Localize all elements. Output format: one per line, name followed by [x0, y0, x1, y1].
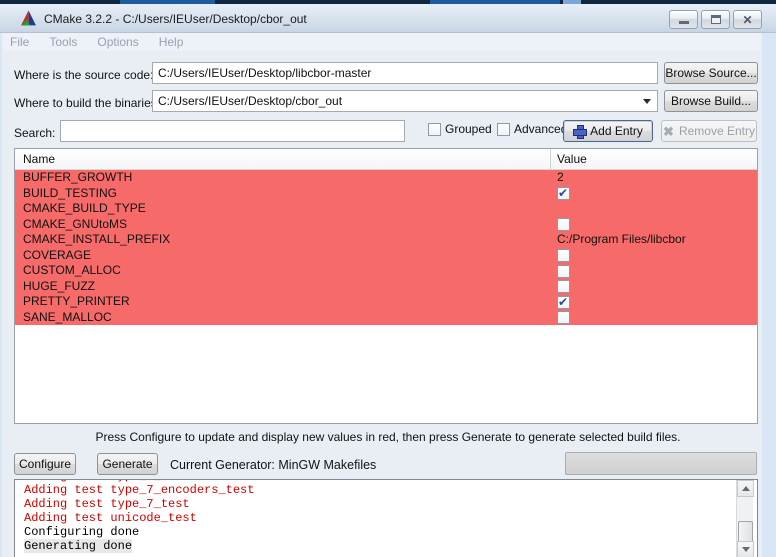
table-row[interactable]: HUGE_FUZZ — [15, 279, 757, 295]
table-row[interactable]: CUSTOM_ALLOC — [15, 263, 757, 279]
variable-value[interactable]: C:/Program Files/libcbor — [557, 232, 686, 248]
table-row[interactable]: CMAKE_INSTALL_PREFIX C:/Program Files/lib… — [15, 232, 757, 248]
variable-name[interactable]: BUFFER_GROWTH — [23, 170, 132, 186]
cmake-logo-icon — [20, 10, 37, 27]
variable-name[interactable]: CUSTOM_ALLOC — [23, 263, 121, 279]
menu-item-options[interactable]: Options — [97, 35, 138, 49]
variable-name[interactable]: BUILD_TESTING — [23, 186, 117, 202]
variable-value-checkbox[interactable] — [557, 187, 570, 200]
table-row[interactable]: CMAKE_BUILD_TYPE — [15, 201, 757, 217]
variable-name[interactable]: HUGE_FUZZ — [23, 279, 95, 295]
table-row[interactable]: PRETTY_PRINTER — [15, 294, 757, 310]
log-line: Adding test type_7_encoders_test — [24, 483, 733, 497]
minimize-button[interactable] — [669, 10, 698, 29]
variable-value-checkbox[interactable] — [557, 265, 570, 278]
table-header[interactable]: Name Value — [15, 149, 757, 170]
minimize-icon — [679, 21, 689, 24]
output-log[interactable]: Adding test type_6_testAdding test type_… — [14, 479, 758, 557]
window-controls: ✕ — [669, 10, 762, 29]
scrollbar-thumb[interactable] — [738, 521, 753, 543]
window-frame-left — [0, 33, 2, 557]
close-icon: ✕ — [742, 14, 752, 26]
log-line: Adding test type_7_test — [24, 497, 733, 511]
window-frame-right — [761, 33, 776, 557]
advanced-checkbox-box[interactable] — [497, 123, 510, 136]
menu-item-tools[interactable]: Tools — [49, 35, 77, 49]
variable-value-checkbox[interactable] — [557, 296, 570, 309]
log-line: Configuring done — [24, 525, 733, 539]
table-row[interactable]: BUILD_TESTING — [15, 186, 757, 202]
table-rows: BUFFER_GROWTH 2 BUILD_TESTINGCMAKE_BUILD_T… — [15, 170, 757, 325]
variable-name[interactable]: COVERAGE — [23, 248, 91, 264]
add-entry-label: Add Entry — [590, 124, 643, 138]
menu-item-file[interactable]: File — [10, 35, 29, 49]
variable-value-checkbox[interactable] — [557, 311, 570, 324]
maximize-icon — [711, 15, 721, 24]
close-button[interactable]: ✕ — [733, 10, 762, 29]
table-row[interactable]: COVERAGE — [15, 248, 757, 264]
build-path-value: C:/Users/IEUser/Desktop/cbor_out — [158, 94, 342, 108]
scroll-up-icon — [742, 486, 750, 491]
browse-build-button[interactable]: Browse Build... — [664, 90, 758, 112]
chevron-down-icon[interactable] — [643, 99, 651, 104]
window-title: CMake 3.2.2 - C:/Users/IEUser/Desktop/cb… — [44, 12, 307, 26]
remove-entry-button[interactable]: ✖ Remove Entry — [661, 120, 757, 142]
log-line: Generating done — [24, 539, 733, 553]
configure-hint-text: Press Configure to update and display ne… — [0, 430, 776, 444]
remove-entry-label: Remove Entry — [679, 124, 755, 138]
add-entry-button[interactable]: Add Entry — [563, 120, 653, 142]
column-divider[interactable] — [550, 149, 551, 170]
progress-bar — [565, 452, 757, 475]
variable-name[interactable]: CMAKE_GNUtoMS — [23, 217, 127, 233]
variable-value-checkbox[interactable] — [557, 218, 570, 231]
variable-name[interactable]: SANE_MALLOC — [23, 310, 112, 326]
variable-name[interactable]: PRETTY_PRINTER — [23, 294, 130, 310]
column-header-name[interactable]: Name — [23, 152, 55, 166]
menu-item-help[interactable]: Help — [159, 35, 184, 49]
variable-name[interactable]: CMAKE_INSTALL_PREFIX — [23, 232, 170, 248]
column-header-value[interactable]: Value — [557, 152, 587, 166]
table-row[interactable]: BUFFER_GROWTH 2 — [15, 170, 757, 186]
build-binaries-label: Where to build the binaries: — [14, 96, 160, 110]
titlebar[interactable]: CMake 3.2.2 - C:/Users/IEUser/Desktop/cb… — [0, 4, 776, 33]
table-row[interactable]: CMAKE_GNUtoMS — [15, 217, 757, 233]
grouped-label: Grouped — [445, 122, 492, 136]
advanced-label: Advanced — [514, 122, 567, 136]
source-path-input[interactable] — [152, 62, 658, 84]
generate-button[interactable]: Generate — [97, 453, 158, 475]
scroll-down-button[interactable] — [737, 541, 754, 557]
log-lines: Adding test type_6_testAdding test type_… — [24, 479, 733, 553]
menubar: File Tools Options Help — [0, 33, 760, 51]
current-generator-text: Current Generator: MinGW Makefiles — [170, 458, 376, 472]
source-code-label: Where is the source code: — [14, 68, 153, 82]
cache-variables-table[interactable]: Name Value BUFFER_GROWTH2BUILD_TESTINGCM… — [14, 148, 758, 424]
advanced-checkbox[interactable]: Advanced — [497, 122, 567, 136]
variable-name[interactable]: CMAKE_BUILD_TYPE — [23, 201, 146, 217]
build-path-combobox[interactable]: C:/Users/IEUser/Desktop/cbor_out — [152, 90, 658, 112]
search-input[interactable] — [60, 120, 405, 142]
variable-value[interactable]: 2 — [557, 170, 564, 186]
grouped-checkbox-box[interactable] — [428, 123, 441, 136]
configure-button[interactable]: Configure — [14, 453, 76, 475]
variable-value-checkbox[interactable] — [557, 280, 570, 293]
grouped-checkbox[interactable]: Grouped — [428, 122, 492, 136]
log-line: Adding test unicode_test — [24, 511, 733, 525]
browse-source-button[interactable]: Browse Source... — [664, 62, 758, 84]
variable-value-checkbox[interactable] — [557, 249, 570, 262]
scroll-down-icon — [742, 547, 750, 552]
search-label: Search: — [14, 126, 55, 140]
table-row[interactable]: SANE_MALLOC — [15, 310, 757, 326]
plus-icon — [573, 125, 585, 137]
remove-x-icon: ✖ — [663, 125, 674, 138]
log-scrollbar[interactable] — [736, 480, 753, 557]
maximize-button[interactable] — [701, 10, 730, 29]
scroll-up-button[interactable] — [737, 480, 754, 497]
